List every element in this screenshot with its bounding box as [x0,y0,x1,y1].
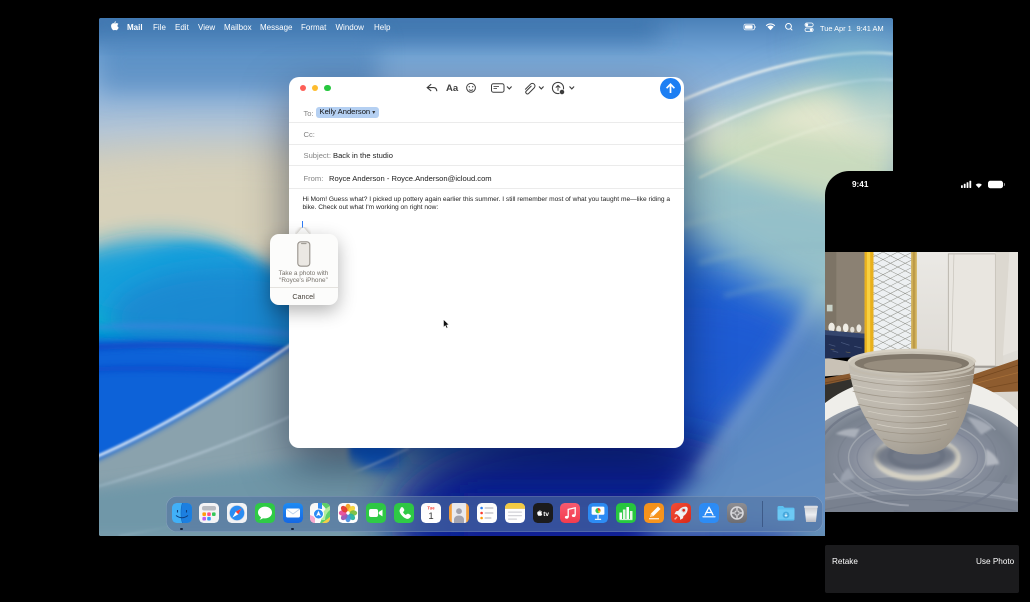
svg-text:Tue: Tue [428,506,436,511]
svg-text:Aa: Aa [446,83,459,94]
svg-text:1: 1 [429,511,434,522]
svg-text:tv: tv [543,511,549,518]
